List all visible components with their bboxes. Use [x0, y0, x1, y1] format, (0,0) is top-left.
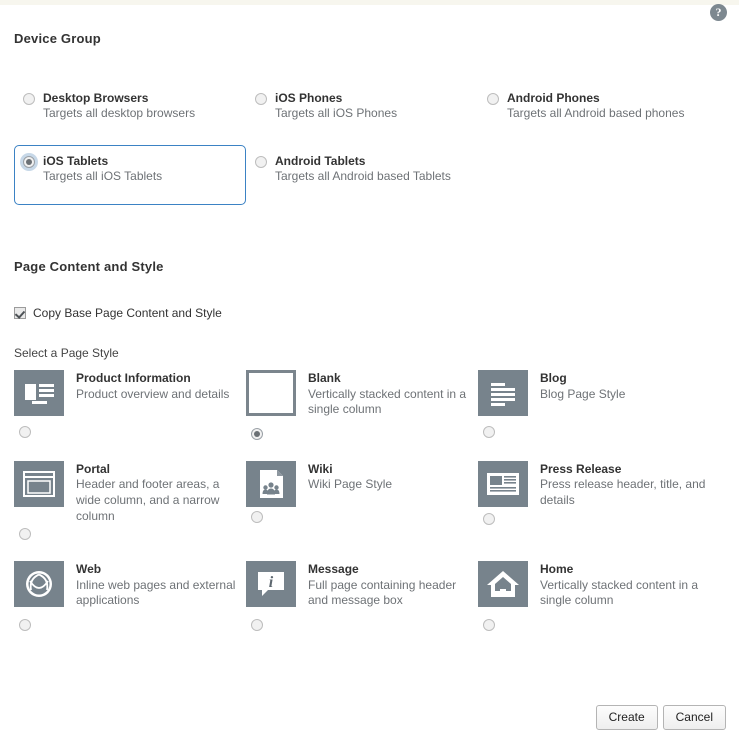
checkbox-copy-base-page-content[interactable] — [14, 307, 26, 319]
device-option-label: iOS Phones — [275, 91, 343, 105]
radio-page-style-portal[interactable] — [19, 528, 31, 541]
device-option-label: Android Phones — [507, 91, 600, 105]
page-style-web[interactable]: Web Inline web pages and external applic… — [14, 561, 246, 634]
svg-text:i: i — [269, 574, 274, 591]
device-option-android-phones[interactable]: Android Phones Targets all Android based… — [478, 82, 710, 131]
device-option-desc: Targets all Android based Tablets — [275, 169, 451, 184]
help-icon[interactable]: ? — [710, 4, 727, 21]
device-group-row-2: iOS Tablets Targets all iOS Tablets Andr… — [14, 144, 726, 205]
page-style-desc: Inline web pages and external applicatio… — [76, 577, 236, 608]
radio-android-phones[interactable] — [487, 93, 499, 105]
home-house-icon — [478, 561, 528, 608]
device-option-ios-phones[interactable]: iOS Phones Targets all iOS Phones — [246, 82, 478, 131]
page-style-row-2: Portal Header and footer areas, a wide c… — [14, 460, 726, 543]
page-style-desc: Press release header, title, and details — [540, 477, 706, 507]
create-button[interactable]: Create — [595, 705, 658, 730]
page-style-wiki[interactable]: Wiki Wiki Page Style — [246, 460, 478, 543]
device-option-android-tablets[interactable]: Android Tablets Targets all Android base… — [246, 145, 478, 205]
page-style-label: Product Information — [76, 371, 191, 385]
blank-page-icon — [246, 370, 296, 416]
page-style-label: Press Release — [540, 461, 622, 476]
page-style-desc: Vertically stacked content in a single c… — [308, 386, 467, 417]
radio-desktop-browsers[interactable] — [23, 93, 35, 105]
device-option-desc: Targets all desktop browsers — [43, 106, 196, 121]
select-page-style-label: Select a Page Style — [14, 346, 119, 360]
radio-page-style-blog[interactable] — [483, 426, 495, 438]
page-style-desc: Blog Page Style — [540, 386, 626, 401]
top-strip — [0, 0, 739, 5]
web-globe-icon — [14, 561, 64, 608]
checkbox-label: Copy Base Page Content and Style — [33, 306, 222, 320]
portal-window-icon — [14, 460, 64, 507]
radio-page-style-message[interactable] — [251, 618, 263, 631]
page-style-label: Message — [308, 562, 359, 577]
page-style-product-information[interactable]: Product Information Product overview and… — [14, 370, 246, 443]
device-group-row-1: Desktop Browsers Targets all desktop bro… — [14, 82, 726, 131]
radio-page-style-home[interactable] — [483, 618, 495, 631]
page-style-press-release[interactable]: Press Release Press release header, titl… — [478, 460, 710, 543]
radio-page-style-blank[interactable] — [251, 427, 263, 440]
page-style-label: Portal — [76, 461, 111, 476]
cancel-button[interactable]: Cancel — [662, 705, 726, 730]
page-style-desc: Header and footer areas, a wide column, … — [76, 477, 220, 523]
page-style-message[interactable]: i Message Full page containing header an… — [246, 561, 478, 634]
device-option-desktop-browsers[interactable]: Desktop Browsers Targets all desktop bro… — [14, 82, 246, 131]
radio-page-style-web[interactable] — [19, 618, 31, 631]
radio-page-style-press-release[interactable] — [483, 512, 495, 525]
page-style-portal[interactable]: Portal Header and footer areas, a wide c… — [14, 460, 246, 543]
radio-ios-tablets[interactable] — [23, 155, 35, 168]
copy-base-page-content-checkbox-row[interactable]: Copy Base Page Content and Style — [14, 306, 222, 320]
page-style-home[interactable]: Home Vertically stacked content in a sin… — [478, 561, 710, 634]
device-option-label: iOS Tablets — [43, 153, 109, 168]
device-option-desc: Targets all iOS Tablets — [43, 169, 163, 184]
page-style-desc: Full page containing header and message … — [308, 577, 457, 608]
page-style-label: Blog — [540, 371, 567, 385]
device-group-options: Desktop Browsers Targets all desktop bro… — [14, 82, 726, 205]
device-option-desc: Targets all iOS Phones — [275, 106, 398, 121]
radio-android-tablets[interactable] — [255, 155, 267, 168]
page-style-label: Blank — [308, 371, 341, 385]
page-style-label: Wiki — [308, 461, 333, 476]
page-style-row-1: Product Information Product overview and… — [14, 370, 726, 443]
page-style-desc: Vertically stacked content in a single c… — [540, 577, 699, 608]
page-style-blank[interactable]: Blank Vertically stacked content in a si… — [246, 370, 478, 443]
message-bubble-icon: i — [246, 561, 296, 608]
dialog-footer: Create Cancel — [595, 705, 726, 730]
page-style-row-3: Web Inline web pages and external applic… — [14, 561, 726, 634]
page-style-blog[interactable]: Blog Blog Page Style — [478, 370, 710, 443]
device-option-label: Android Tablets — [275, 153, 366, 168]
page-style-label: Web — [76, 562, 102, 577]
radio-page-style-wiki[interactable] — [251, 510, 263, 523]
product-information-icon — [14, 370, 64, 416]
radio-page-style-product-information[interactable] — [19, 426, 31, 438]
radio-ios-phones[interactable] — [255, 93, 267, 105]
device-option-label: Desktop Browsers — [43, 91, 149, 105]
page-style-grid: Product Information Product overview and… — [14, 370, 726, 634]
page-content-style-title: Page Content and Style — [14, 259, 164, 274]
page-style-desc: Wiki Page Style — [308, 477, 393, 492]
device-option-ios-tablets[interactable]: iOS Tablets Targets all iOS Tablets — [14, 144, 246, 205]
page-style-desc: Product overview and details — [76, 386, 230, 401]
page-style-label: Home — [540, 562, 574, 577]
wiki-document-icon — [246, 460, 296, 507]
press-release-icon — [478, 460, 528, 507]
device-group-title: Device Group — [14, 31, 101, 46]
device-option-desc: Targets all Android based phones — [507, 106, 685, 121]
blog-icon — [478, 370, 528, 416]
